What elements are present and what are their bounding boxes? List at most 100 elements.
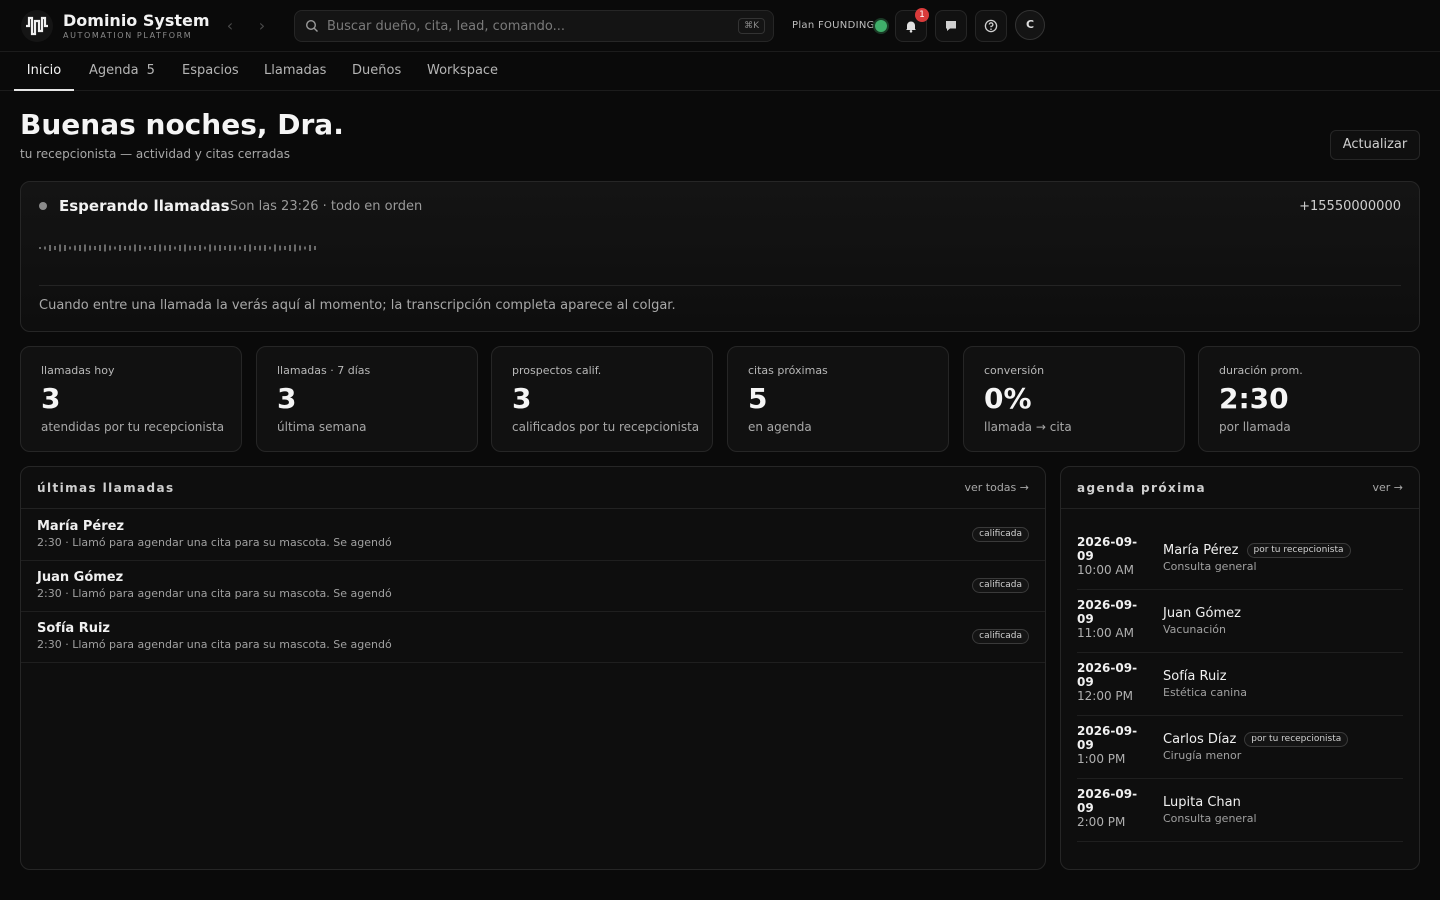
view-agenda-link[interactable]: ver → [1372,481,1403,494]
help-button[interactable] [975,10,1007,42]
qualified-badge: calificada [972,629,1029,644]
appointment-time: 12:00 PM [1077,689,1133,703]
appointment-date: 2026-09-09 [1077,661,1138,689]
appointment-time: 11:00 AM [1077,626,1134,640]
appointment-name: Juan Gómez [1163,606,1241,621]
stat-value: 3 [41,382,61,415]
appointment-date: 2026-09-09 [1077,598,1138,626]
stat-value: 3 [277,382,297,415]
live-hint: Cuando entre una llamada la verás aquí a… [39,298,676,313]
stat-value: 2:30 [1219,382,1289,415]
stat-card: conversión 0% llamada → cita [963,346,1185,452]
live-status: Son las 23:26 · todo en orden [230,199,423,214]
stat-label: duración prom. [1219,364,1303,377]
user-avatar[interactable]: C [1015,10,1045,40]
refresh-button[interactable]: Actualizar [1330,130,1420,160]
tab-label: Dueños [352,63,402,78]
appointment-time: 10:00 AM [1077,563,1134,577]
stat-sub: llamada → cita [984,420,1072,434]
search-bar[interactable]: ⌘K [294,10,774,42]
appointment-name: Sofía Ruiz [1163,669,1227,684]
stat-label: llamadas · 7 días [277,364,371,377]
tab-label: Inicio [26,63,62,78]
tab-agenda[interactable]: Agenda 5 [89,52,155,91]
call-description: 2:30 · Llamó para agendar una cita para … [37,587,392,600]
appointment-type: Consulta general [1163,812,1257,825]
live-call-card: Esperando llamadas Son las 23:26 · todo … [20,181,1420,332]
plan-status-dot [875,20,887,32]
search-shortcut: ⌘K [738,18,765,34]
appointment-row[interactable]: 2026-09-09 11:00 AM Juan Gómez Vacunació… [1077,590,1403,653]
upcoming-agenda-panel: agenda próxima ver → 2026-09-09 10:00 AM… [1060,466,1420,870]
main-tabs: Inicio Agenda 5 Espacios Llamadas Dueños … [0,52,1440,91]
stat-sub: calificados por tu recepcionista [512,420,700,434]
stat-label: citas próximas [748,364,828,377]
call-name: Sofía Ruiz [37,621,110,636]
panel-title: últimas llamadas [37,481,175,495]
appointment-name: Lupita Chan [1163,795,1241,810]
stat-card: llamadas hoy 3 atendidas por tu recepcio… [20,346,242,452]
tab-count: 5 [146,63,155,78]
tab-label: Espacios [182,63,239,78]
logo-icon[interactable] [20,9,54,43]
brand-name: Dominio System [63,11,210,30]
view-all-calls-link[interactable]: ver todas → [964,481,1029,494]
stat-label: conversión [984,364,1045,377]
qualified-badge: calificada [972,527,1029,542]
appointment-time: 2:00 PM [1077,815,1126,829]
appointment-row[interactable]: 2026-09-09 1:00 PM Carlos Díaz por tu rec… [1077,716,1403,779]
appointment-type: Cirugía menor [1163,749,1242,762]
back-arrow-icon[interactable]: ‹ [218,14,242,38]
call-row[interactable]: María Pérez 2:30 · Llamó para agendar un… [21,510,1045,561]
page-subtitle: tu recepcionista — actividad y citas cer… [20,147,290,161]
notification-badge: 1 [915,8,929,22]
call-name: Juan Gómez [37,570,124,585]
panel-title: agenda próxima [1077,481,1207,495]
tab-inicio[interactable]: Inicio [14,52,74,91]
chat-button[interactable] [935,10,967,42]
appointment-date: 2026-09-09 [1077,724,1138,752]
forward-arrow-icon[interactable]: › [250,14,274,38]
stat-label: prospectos calif. [512,364,602,377]
call-row[interactable]: Juan Gómez 2:30 · Llamó para agendar una… [21,561,1045,612]
tab-espacios[interactable]: Espacios [182,52,239,91]
call-description: 2:30 · Llamó para agendar una cita para … [37,638,392,651]
appointment-row[interactable]: 2026-09-09 2:00 PM Lupita Chan Consulta … [1077,779,1403,842]
appointment-date: 2026-09-09 [1077,787,1138,815]
chat-icon [946,21,956,31]
appointment-row[interactable]: 2026-09-09 12:00 PM Sofía Ruiz Estética … [1077,653,1403,716]
brand-subtitle: AUTOMATION PLATFORM [63,31,193,40]
stat-card: citas próximas 5 en agenda [727,346,949,452]
appointment-date: 2026-09-09 [1077,535,1138,563]
appointment-time: 1:00 PM [1077,752,1126,766]
appointment-type: Estética canina [1163,686,1247,699]
panel-header: últimas llamadas ver todas → [21,467,1045,509]
appointment-type: Consulta general [1163,560,1257,573]
stat-value: 5 [748,382,768,415]
search-input[interactable] [327,11,727,41]
help-icon [984,19,998,33]
stat-value: 3 [512,382,532,415]
stat-sub: en agenda [748,420,812,434]
tab-duenos[interactable]: Dueños [352,52,401,91]
appointment-name: Carlos Díaz [1163,732,1237,747]
appointment-row[interactable]: 2026-09-09 10:00 AM María Pérez por tu re… [1077,527,1403,590]
call-description: 2:30 · Llamó para agendar una cita para … [37,536,392,549]
tab-label: Agenda [89,63,139,78]
live-status-dot [39,202,47,210]
qualified-badge: calificada [972,578,1029,593]
panel-header: agenda próxima ver → [1061,467,1419,509]
tab-llamadas[interactable]: Llamadas [264,52,326,91]
call-row[interactable]: Sofía Ruiz 2:30 · Llamó para agendar una… [21,612,1045,663]
tab-workspace[interactable]: Workspace [427,52,498,91]
call-name: María Pérez [37,519,125,534]
stat-sub: última semana [277,420,367,434]
tab-label: Workspace [427,63,499,78]
stat-sub: por llamada [1219,420,1291,434]
page-title: Buenas noches, Dra. [20,108,344,141]
divider [39,285,1401,286]
stat-label: llamadas hoy [41,364,115,377]
stat-card: llamadas · 7 días 3 última semana [256,346,478,452]
stat-card: prospectos calif. 3 calificados por tu r… [491,346,713,452]
bell-icon [906,21,916,33]
